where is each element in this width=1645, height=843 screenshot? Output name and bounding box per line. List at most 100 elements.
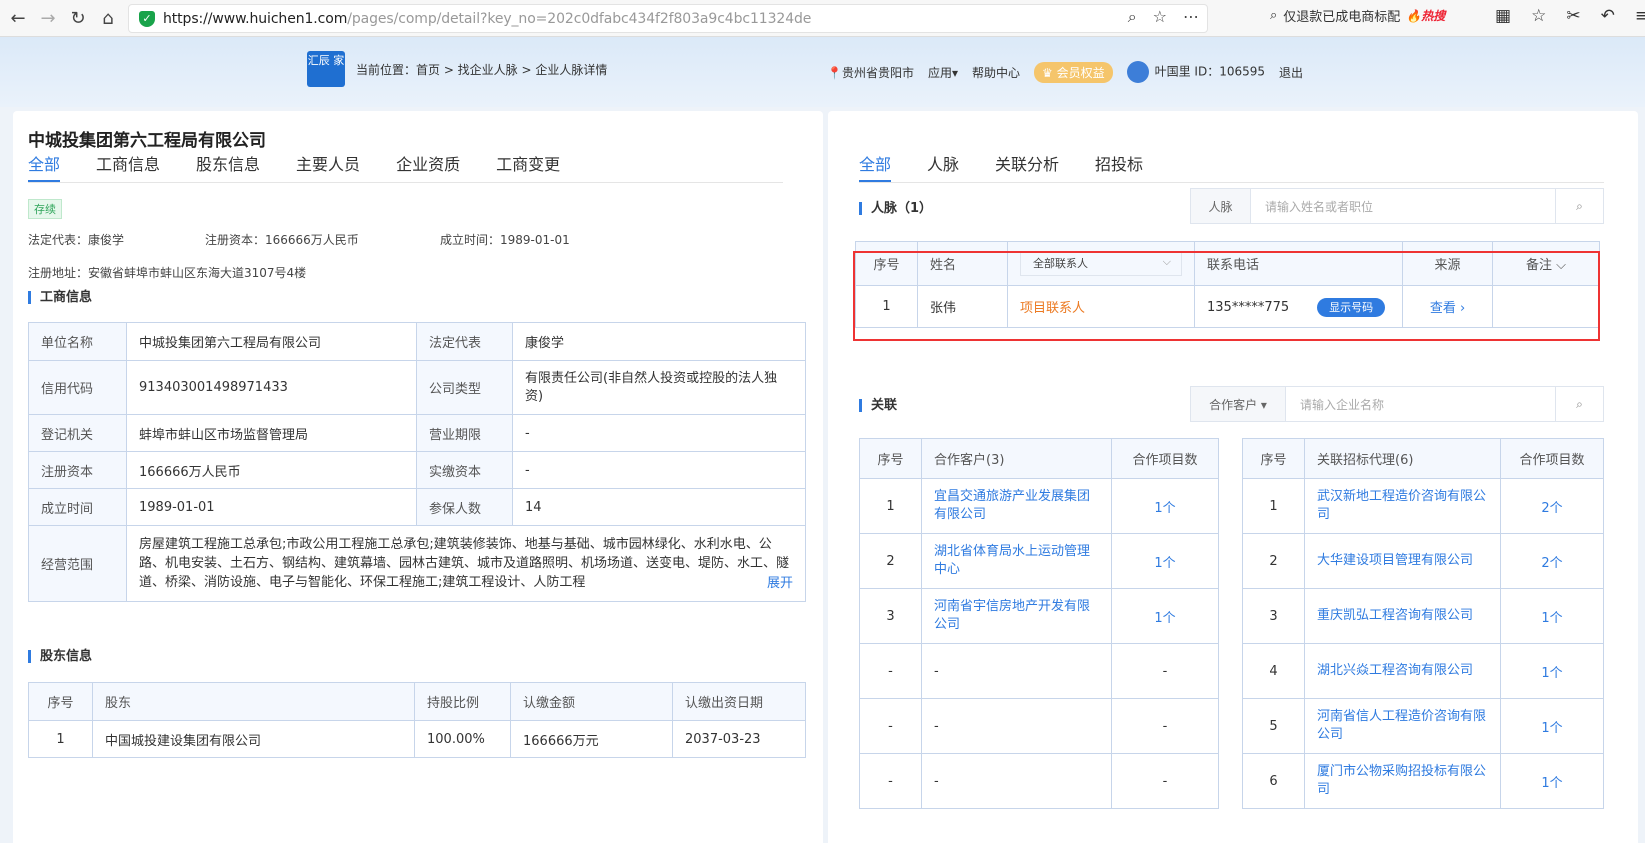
cell-value: 中国城投建设集团有限公司: [92, 720, 415, 758]
cell-value: 1: [28, 720, 93, 758]
forward-arrow-icon[interactable]: →: [36, 6, 60, 30]
agent-link[interactable]: 河南省信人工程造价咨询有限公司: [1304, 698, 1501, 754]
table-row: ---: [859, 643, 1219, 699]
project-count-link[interactable]: 1个: [1500, 698, 1604, 754]
status-badge: 存续: [28, 199, 62, 219]
cell-value: -: [921, 643, 1112, 699]
cell-label: 注册资本: [28, 451, 127, 489]
site-logo[interactable]: 汇辰 家: [307, 51, 345, 87]
scissors-icon[interactable]: ✂: [1566, 6, 1580, 26]
project-count-link[interactable]: 1个: [1500, 643, 1604, 699]
more-icon[interactable]: ⋯: [1183, 7, 1199, 27]
vip-label: 会员权益: [1056, 65, 1105, 80]
column-header: 股东: [92, 682, 415, 721]
cell-label: 成立时间: [28, 488, 127, 526]
star-icon[interactable]: ☆: [1153, 7, 1167, 27]
shareholders-table: 序号 股东 持股比例 认缴金额 认缴出资日期 1 中国城投建设集团有限公司 10…: [28, 682, 806, 758]
table-row: 5 河南省信人工程造价咨询有限公司 1个: [1242, 698, 1604, 754]
apps-menu[interactable]: 应用▾: [928, 64, 958, 81]
cell-value: 100.00%: [414, 720, 511, 758]
browser-search[interactable]: ⌕ 仅退款已成电商标配 🔥热搜: [1270, 6, 1445, 25]
grid-icon[interactable]: ▦: [1495, 6, 1511, 26]
table-header: 序号 股东 持股比例 认缴金额 认缴出资日期: [28, 682, 806, 721]
cell-value: -: [921, 753, 1112, 809]
project-count-link[interactable]: 1个: [1111, 588, 1219, 644]
project-count-link[interactable]: 1个: [1111, 533, 1219, 589]
agent-link[interactable]: 武汉新地工程造价咨询有限公司: [1304, 478, 1501, 534]
column-header: 关联招标代理(6): [1304, 438, 1501, 479]
shield-check-icon: ✓: [139, 10, 155, 27]
agent-link[interactable]: 厦门市公物采购招投标有限公司: [1304, 753, 1501, 809]
logout-link[interactable]: 退出: [1279, 64, 1303, 81]
cell-label: 信用代码: [28, 360, 127, 415]
table-row: 登记机关 蚌埠市蚌山区市场监督管理局 营业期限 -: [28, 414, 806, 452]
hot-badge: 🔥热搜: [1406, 9, 1446, 23]
location-link[interactable]: 📍贵州省贵阳市: [827, 64, 914, 81]
search-icon[interactable]: ⌕: [1555, 387, 1603, 421]
cell-value: 6: [1242, 753, 1305, 809]
expand-link[interactable]: 展开: [762, 574, 793, 593]
table-row: 1 武汉新地工程造价咨询有限公司 2个: [1242, 478, 1604, 534]
tab-relations[interactable]: 关联分析: [995, 151, 1059, 182]
contacts-search-input[interactable]: 请输入姓名或者职位: [1251, 198, 1555, 215]
column-header: 合作客户(3): [921, 438, 1112, 479]
tab-all[interactable]: 全部: [859, 151, 892, 182]
tab-shareholders[interactable]: 股东信息: [196, 151, 260, 182]
back-arrow-icon[interactable]: ←: [6, 6, 30, 30]
agent-link[interactable]: 大华建设项目管理有限公司: [1304, 533, 1501, 589]
address-bar[interactable]: ✓ https://www.huichen1.com/pages/comp/de…: [128, 4, 1208, 33]
client-link[interactable]: 河南省宇信房地产开发有限公司: [921, 588, 1112, 644]
project-count-link[interactable]: 1个: [1111, 478, 1219, 534]
tab-all[interactable]: 全部: [28, 151, 61, 182]
agent-link[interactable]: 湖北兴焱工程咨询有限公司: [1304, 643, 1501, 699]
reload-icon[interactable]: ↻: [66, 6, 90, 30]
cell-value: 4: [1242, 643, 1305, 699]
tab-contacts[interactable]: 人脉: [927, 151, 959, 182]
client-link[interactable]: 宜昌交通旅游产业发展集团有限公司: [921, 478, 1112, 534]
project-count-link[interactable]: 2个: [1500, 533, 1604, 589]
zoom-icon[interactable]: ⌕: [1128, 7, 1137, 27]
related-filter-dropdown[interactable]: 合作客户 ▾: [1191, 387, 1286, 421]
home-icon[interactable]: ⌂: [96, 6, 120, 30]
cell-value: 5: [1242, 698, 1305, 754]
vip-badge[interactable]: ♛ 会员权益: [1034, 61, 1113, 83]
tab-qualifications[interactable]: 企业资质: [396, 151, 460, 182]
menu-icon[interactable]: ≡: [1635, 6, 1645, 26]
cell-label: 登记机关: [28, 414, 127, 452]
project-count-link[interactable]: 2个: [1500, 478, 1604, 534]
table-row: 4 湖北兴焱工程咨询有限公司 1个: [1242, 643, 1604, 699]
user-info[interactable]: 叶国里 ID：106595: [1126, 61, 1265, 83]
related-search-input[interactable]: 请输入企业名称: [1286, 396, 1555, 413]
agent-link[interactable]: 重庆凯弘工程咨询有限公司: [1304, 588, 1501, 644]
help-link[interactable]: 帮助中心: [972, 64, 1020, 81]
hot-badge-label: 热搜: [1421, 9, 1446, 23]
tab-business-info[interactable]: 工商信息: [96, 151, 160, 182]
cell-label: 营业期限: [416, 414, 513, 452]
column-header: 合作项目数: [1111, 438, 1219, 479]
cell-value: 中城投集团第六工程局有限公司: [126, 322, 417, 361]
cell-value: -: [859, 698, 922, 754]
url-text[interactable]: https://www.huichen1.com/pages/comp/deta…: [163, 11, 811, 27]
cell-label: 实缴资本: [416, 451, 513, 489]
cell-label: 公司类型: [416, 360, 513, 415]
favorites-icon[interactable]: ☆: [1531, 6, 1546, 26]
legal-rep: 法定代表：康俊学: [28, 233, 125, 247]
cell-value: 1: [859, 478, 922, 534]
cell-value: 3: [1242, 588, 1305, 644]
contacts-filter-label: 人脉: [1191, 189, 1251, 223]
table-row: 3 河南省宇信房地产开发有限公司 1个: [859, 588, 1219, 644]
project-count-link[interactable]: 1个: [1500, 588, 1604, 644]
company-panel: 中城投集团第六工程局有限公司 全部 工商信息 股东信息 主要人员 企业资质 工商…: [13, 111, 823, 843]
search-icon[interactable]: ⌕: [1555, 189, 1603, 223]
undo-icon[interactable]: ↶: [1601, 6, 1615, 26]
project-count-link[interactable]: 1个: [1500, 753, 1604, 809]
cell-label: 单位名称: [28, 322, 127, 361]
avatar: [1126, 61, 1149, 83]
search-icon: ⌕: [1270, 8, 1278, 23]
tab-key-people[interactable]: 主要人员: [296, 151, 360, 182]
cell-value: 2: [859, 533, 922, 589]
tab-changes[interactable]: 工商变更: [496, 151, 560, 182]
client-link[interactable]: 湖北省体育局水上运动管理中心: [921, 533, 1112, 589]
tab-bidding[interactable]: 招投标: [1095, 151, 1143, 182]
cell-label: 法定代表: [416, 322, 513, 361]
